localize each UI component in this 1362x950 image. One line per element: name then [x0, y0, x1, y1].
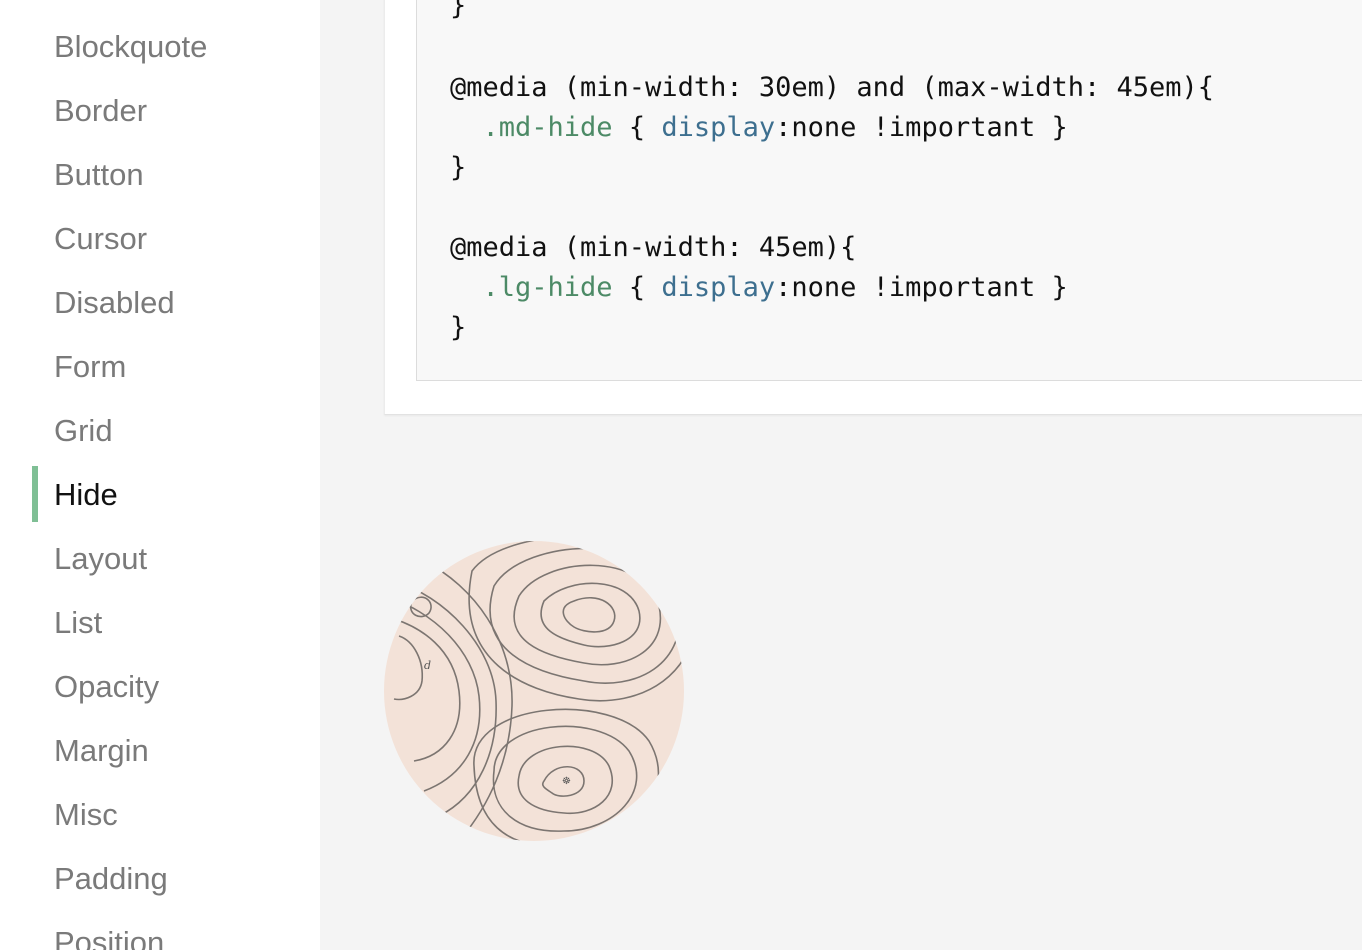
sidebar-item-blockquote[interactable]: Blockquote	[54, 27, 207, 67]
sidebar-item-list[interactable]: List	[54, 603, 102, 643]
code-token-prop: display	[661, 272, 776, 303]
code-line: }	[450, 310, 466, 346]
code-line: .lg-hide { display:none !important }	[450, 270, 1068, 306]
sidebar-item-padding[interactable]: Padding	[54, 859, 168, 899]
code-token: }	[450, 0, 467, 21]
sidebar-item-hide[interactable]: Hide	[54, 475, 118, 515]
code-token-class: .md-hide	[482, 112, 613, 143]
sidebar-item-layout[interactable]: Layout	[54, 539, 147, 579]
code-line: .md-hide { display:none !important }	[450, 110, 1068, 146]
code-token: {	[612, 112, 662, 143]
code-line: @media (min-width: 45em){	[450, 230, 856, 266]
code-token: @media (min-width: 30em) and (max-width:…	[450, 72, 1215, 103]
code-block	[416, 0, 1362, 381]
topographic-map-image: d ☸	[384, 541, 684, 841]
sidebar-item-position[interactable]: Position	[54, 923, 164, 950]
sidebar-nav: Blockquote Border Button Cursor Disabled…	[0, 0, 320, 950]
sidebar-item-cursor[interactable]: Cursor	[54, 219, 147, 259]
code-token: :none !important }	[775, 272, 1068, 303]
code-token: {	[612, 272, 662, 303]
code-token: }	[450, 152, 467, 183]
sidebar-item-margin[interactable]: Margin	[54, 731, 149, 771]
contour-lines-graphic: d ☸	[384, 541, 684, 841]
code-token: :none !important }	[775, 112, 1068, 143]
map-mark: ☸	[562, 776, 571, 787]
code-token-class: .lg-hide	[482, 272, 613, 303]
code-token: }	[450, 312, 467, 343]
sidebar-item-opacity[interactable]: Opacity	[54, 667, 159, 707]
sidebar-item-button[interactable]: Button	[54, 155, 144, 195]
active-indicator	[32, 466, 38, 522]
map-label: d	[424, 659, 431, 672]
code-token: @media (min-width: 45em){	[450, 232, 857, 263]
sidebar-item-grid[interactable]: Grid	[54, 411, 113, 451]
sidebar-item-disabled[interactable]: Disabled	[54, 283, 175, 323]
sidebar-item-border[interactable]: Border	[54, 91, 147, 131]
code-line: }	[450, 0, 466, 24]
code-line: @media (min-width: 30em) and (max-width:…	[450, 70, 1214, 106]
sidebar-item-misc[interactable]: Misc	[54, 795, 118, 835]
code-token-prop: display	[661, 112, 776, 143]
sidebar-item-form[interactable]: Form	[54, 347, 126, 387]
code-line: }	[450, 150, 466, 186]
